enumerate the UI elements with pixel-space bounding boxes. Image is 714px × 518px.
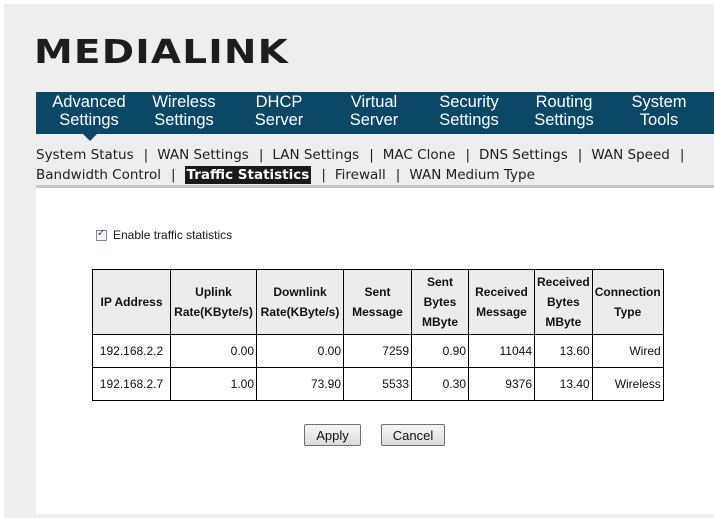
nav-label-line2: Settings	[59, 111, 119, 129]
table-header-row: IP Address Uplink Rate(KByte/s) Downlink R…	[92, 269, 664, 335]
cell-received-bytes: 13.60	[534, 334, 593, 368]
medialink-logo: MEDIALINK	[34, 32, 289, 71]
header-ip-address: IP Address	[92, 269, 171, 335]
subnav-mac-clone[interactable]: MAC Clone	[383, 147, 456, 163]
subnav-separator: |	[170, 167, 176, 183]
header-text: Rate(KByte/s)	[260, 305, 340, 319]
cell-uplink-rate: 1.00	[170, 367, 257, 401]
subnav-lan-settings[interactable]: LAN Settings	[272, 147, 359, 163]
cell-downlink-rate: 73.90	[256, 367, 344, 401]
table-row: 192.168.2.2 0.00 0.00 7259 0.90 11044 13…	[92, 334, 664, 368]
header-text: Sent	[426, 275, 453, 289]
nav-label-line1: Routing	[535, 93, 593, 111]
nav-security-settings[interactable]: Security Settings	[422, 93, 516, 129]
header-text: Received	[537, 275, 590, 289]
header-received-message: Received Message	[468, 269, 535, 335]
subnav-separator: |	[369, 147, 374, 163]
nav-routing-settings[interactable]: Routing Settings	[518, 93, 610, 129]
subnav-separator: |	[679, 147, 685, 163]
cell-received-message: 11044	[468, 334, 535, 368]
header-downlink-rate: Downlink Rate(KByte/s)	[256, 269, 344, 335]
subnav-separator: |	[321, 167, 326, 183]
subnav-separator: |	[577, 147, 583, 163]
subnav-separator: |	[258, 147, 264, 163]
subnav-firewall[interactable]: Firewall	[335, 167, 386, 183]
nav-label-line2: Settings	[154, 111, 214, 129]
nav-system-tools[interactable]: System Tools	[612, 93, 706, 129]
header-text: Received	[475, 285, 528, 299]
nav-label-line1: Virtual	[350, 93, 398, 111]
header-uplink-rate: Uplink Rate(KByte/s)	[170, 269, 257, 335]
enable-traffic-statistics-checkbox[interactable]	[96, 228, 107, 241]
header-received-bytes: Received Bytes MByte	[534, 269, 593, 335]
cell-received-bytes: 13.40	[534, 367, 593, 401]
header-text: Type	[614, 305, 642, 319]
subnav-wan-medium-type[interactable]: WAN Medium Type	[409, 167, 535, 183]
nav-label-line1: Wireless	[152, 93, 216, 111]
header-sent-message: Sent Message	[343, 269, 412, 335]
nav-virtual-server[interactable]: Virtual Server	[328, 93, 420, 129]
header-text: Downlink	[273, 285, 327, 299]
enable-traffic-statistics-label: Enable traffic statistics	[113, 228, 233, 242]
enable-traffic-statistics: Enable traffic statistics	[96, 228, 232, 242]
nav-label-line2: Server	[349, 111, 399, 129]
apply-button[interactable]: Apply	[304, 424, 361, 446]
subnav-row-1: System Status | WAN Settings | LAN Settings |…	[36, 147, 693, 163]
subnav-wan-settings[interactable]: WAN Settings	[157, 147, 249, 163]
cell-sent-message: 7259	[343, 334, 412, 368]
main-nav: Advanced Settings Wireless Settings DHCP…	[36, 92, 714, 134]
subnav-separator: |	[143, 147, 149, 163]
header-text: Rate(KByte/s)	[174, 305, 253, 319]
cell-received-message: 9376	[468, 367, 535, 401]
traffic-statistics-table: IP Address Uplink Rate(KByte/s) Downlink R…	[92, 269, 664, 401]
nav-dhcp-server[interactable]: DHCP Server	[232, 93, 326, 129]
table-row: 192.168.2.7 1.00 73.90 5533 0.30 9376 13…	[92, 367, 664, 401]
header-text: Uplink	[195, 285, 232, 299]
active-nav-indicator	[81, 132, 99, 141]
header-text: IP Address	[100, 295, 163, 309]
nav-label-line2: Settings	[439, 111, 499, 129]
subnav-separator: |	[465, 147, 471, 163]
cell-ip-address: 192.168.2.7	[92, 367, 171, 401]
subnav-traffic-statistics[interactable]: Traffic Statistics	[184, 166, 312, 184]
subnav-dns-settings[interactable]: DNS Settings	[479, 147, 568, 163]
nav-label-line1: Security	[439, 93, 499, 111]
header-text: Message	[352, 305, 403, 319]
subnav-bandwidth-control[interactable]: Bandwidth Control	[36, 167, 161, 183]
header-text: Bytes	[423, 295, 457, 309]
cell-connection-type: Wireless	[591, 367, 664, 401]
header-text: Bytes	[547, 295, 580, 309]
subnav-wan-speed[interactable]: WAN Speed	[591, 147, 670, 163]
header-text: Sent	[364, 285, 391, 299]
cell-connection-type: Wired	[591, 334, 664, 368]
header-text: MByte	[421, 315, 458, 329]
cell-downlink-rate: 0.00	[256, 334, 344, 368]
cell-sent-bytes: 0.30	[411, 367, 469, 401]
nav-label-line2: Server	[254, 111, 304, 129]
header-connection-type: Connection Type	[591, 269, 664, 335]
cell-uplink-rate: 0.00	[170, 334, 257, 368]
cell-sent-message: 5533	[343, 367, 412, 401]
nav-label-line2: Settings	[534, 111, 594, 129]
header-text: Message	[476, 305, 527, 319]
nav-label-line1: System	[631, 93, 687, 111]
header-text: Connection	[594, 285, 661, 299]
cancel-button[interactable]: Cancel	[381, 424, 445, 446]
cell-ip-address: 192.168.2.2	[92, 334, 171, 368]
nav-advanced-settings[interactable]: Advanced Settings	[40, 93, 138, 129]
header-text: MByte	[545, 315, 582, 329]
nav-label-line1: Advanced	[52, 93, 126, 111]
cell-sent-bytes: 0.90	[411, 334, 469, 368]
nav-label-line1: DHCP	[255, 93, 303, 111]
subnav-row-2: Bandwidth Control | Traffic Statistics | Fir…	[36, 166, 535, 184]
header-sent-bytes: Sent Bytes MByte	[411, 269, 469, 335]
subnav-separator: |	[395, 167, 401, 183]
nav-wireless-settings[interactable]: Wireless Settings	[138, 93, 230, 129]
nav-label-line2: Tools	[639, 111, 679, 129]
subnav-system-status[interactable]: System Status	[36, 147, 134, 163]
